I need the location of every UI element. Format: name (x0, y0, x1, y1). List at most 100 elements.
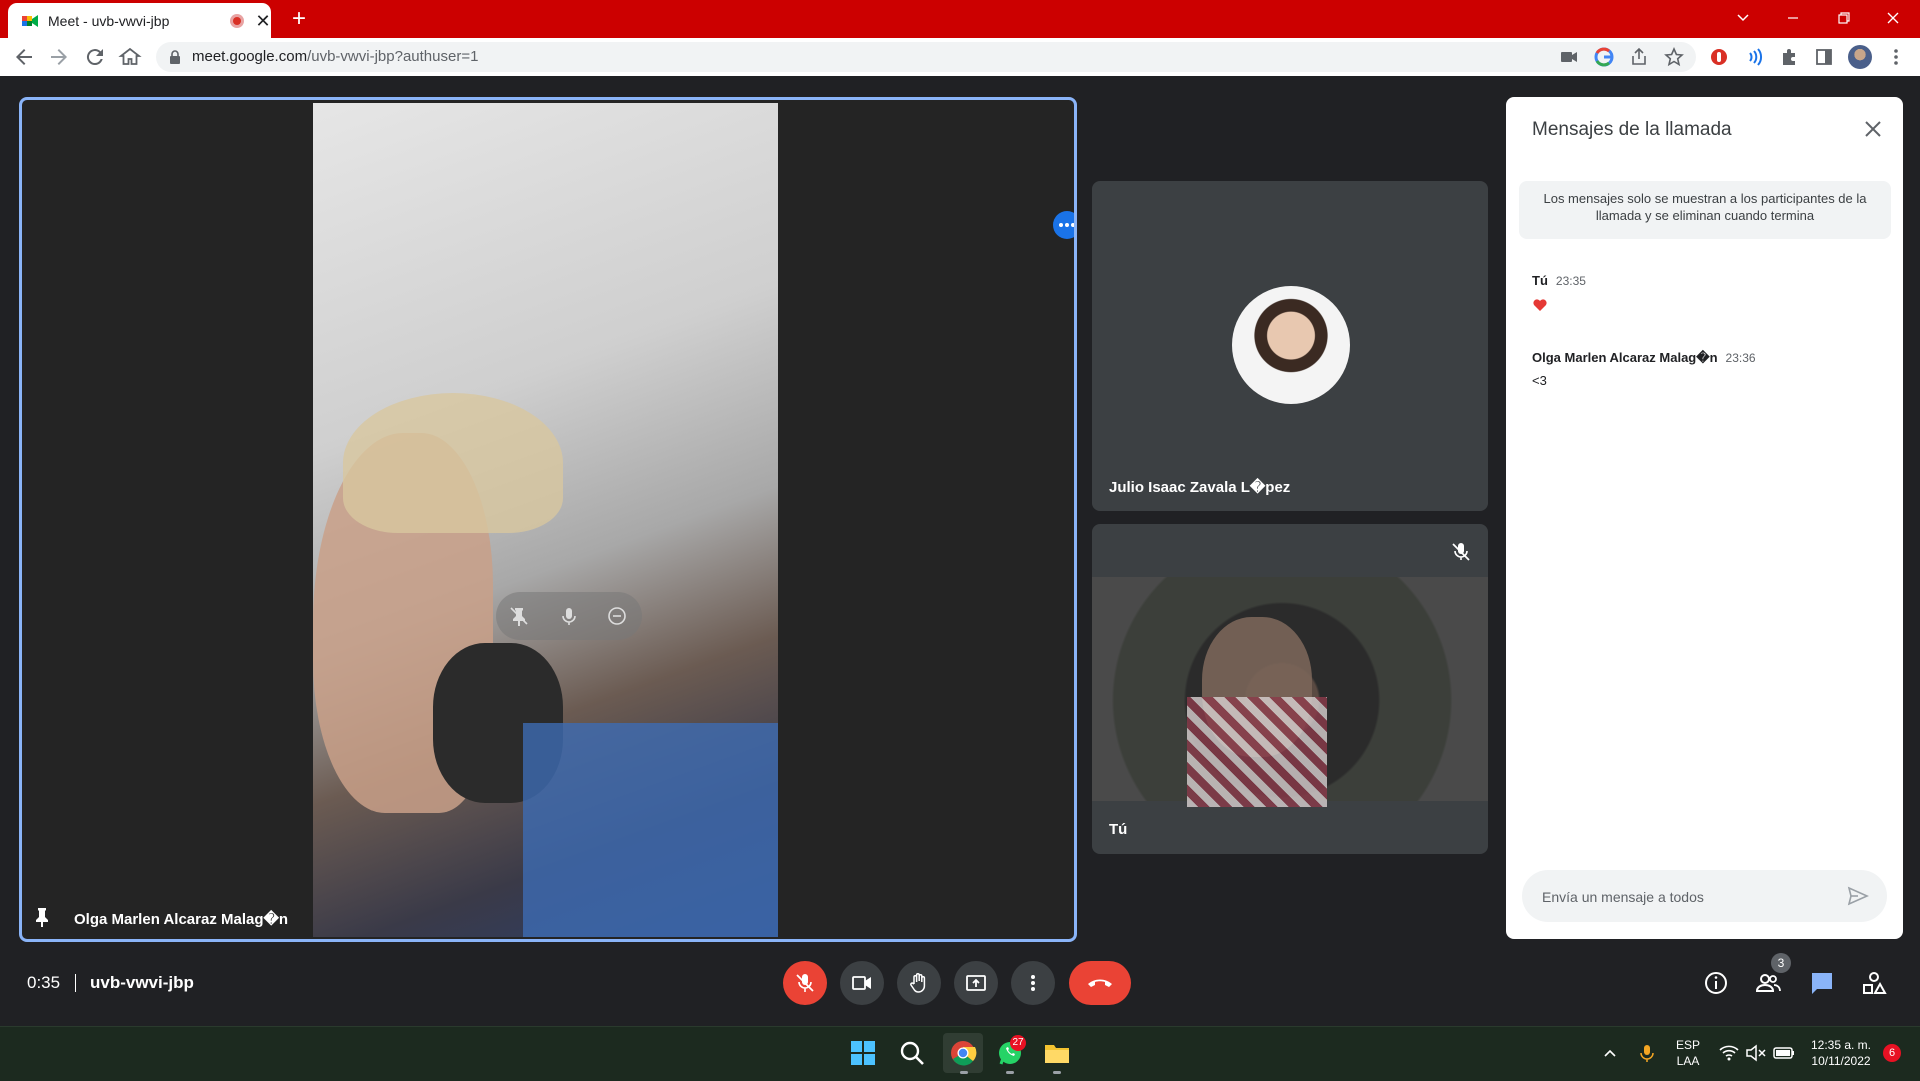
message-sender: Tú 23:35 (1532, 273, 1586, 288)
mic-toggle-button[interactable] (783, 961, 827, 1005)
browser-tab[interactable]: Meet - uvb-vwvi-jbp ✕ (8, 3, 271, 38)
meeting-elapsed-time: 0:35 (27, 973, 61, 992)
divider (75, 974, 76, 992)
message-time: 23:35 (1555, 274, 1586, 288)
close-icon[interactable] (1861, 117, 1885, 141)
chat-panel: Mensajes de la llamada Los mensajes solo… (1506, 97, 1903, 939)
tab-search-chevron-icon[interactable] (1720, 5, 1766, 31)
wifi-icon[interactable] (1718, 1043, 1740, 1063)
mic-off-icon (796, 974, 814, 992)
sidepanel-icon[interactable] (1814, 47, 1834, 67)
back-icon[interactable] (12, 45, 36, 69)
meeting-code: uvb-vwvi-jbp (90, 973, 194, 992)
language-indicator[interactable]: ESP LAA (1670, 1037, 1706, 1069)
participant-avatar (1232, 286, 1350, 404)
self-video (1092, 577, 1488, 807)
url-host: meet.google.com (192, 48, 308, 65)
more-vert-icon[interactable] (1886, 47, 1906, 67)
tab-title: Meet - uvb-vwvi-jbp (48, 13, 170, 29)
hangup-icon (1088, 979, 1112, 987)
whatsapp-running-indicator (1006, 1071, 1014, 1074)
reload-icon[interactable] (83, 45, 107, 69)
pin-icon[interactable] (32, 906, 52, 928)
message-text: <3 (1532, 373, 1547, 388)
url-text[interactable]: meet.google.com/uvb-vwvi-jbp?authuser=1 (192, 48, 478, 65)
camera-icon[interactable] (1559, 47, 1579, 67)
home-icon[interactable] (118, 45, 142, 69)
chevron-up-icon[interactable] (1600, 1043, 1620, 1063)
activities-icon[interactable] (1860, 969, 1888, 997)
chat-input-container (1522, 870, 1887, 924)
clock-date: 10/11/2022 (1811, 1054, 1871, 1068)
windows-start-icon[interactable] (849, 1039, 877, 1067)
participant-count-badge: 3 (1771, 953, 1791, 973)
forward-icon[interactable] (47, 45, 71, 69)
language-code: ESP (1675, 1038, 1700, 1052)
whatsapp-badge: 27 (1010, 1035, 1026, 1051)
more-vert-icon (1031, 975, 1035, 991)
message-time: 23:36 (1725, 351, 1756, 365)
people-icon[interactable] (1754, 969, 1782, 997)
main-video-tile[interactable]: Olga Marlen Alcaraz Malag�n (19, 97, 1077, 942)
record-icon (230, 14, 244, 28)
extension-blue-icon[interactable] (1744, 47, 1764, 67)
google-icon[interactable] (1594, 47, 1614, 67)
folder-icon[interactable] (1043, 1039, 1071, 1067)
chrome-icon[interactable] (949, 1039, 977, 1067)
notification-badge[interactable]: 6 (1883, 1044, 1901, 1062)
puzzle-icon[interactable] (1779, 47, 1799, 67)
raise-hand-button[interactable] (897, 961, 941, 1005)
participant-name: Tú (1109, 821, 1128, 838)
videocam-icon (852, 976, 871, 990)
window-close-icon[interactable] (1870, 5, 1916, 31)
meet-favicon-icon (22, 15, 38, 27)
more-options-button[interactable] (1011, 961, 1055, 1005)
new-tab-plus-icon[interactable]: + (286, 6, 312, 32)
lock-icon[interactable] (168, 49, 182, 65)
heart-icon (1533, 299, 1547, 311)
share-icon[interactable] (1629, 47, 1649, 67)
unpin-icon[interactable] (508, 605, 530, 627)
clock-time: 12:35 a. m. (1810, 1038, 1872, 1052)
chat-title: Mensajes de la llamada (1532, 119, 1732, 140)
participant-tile-self[interactable]: Tú (1092, 524, 1488, 854)
microphone-tray-icon[interactable] (1637, 1043, 1657, 1063)
restore-icon[interactable] (1820, 5, 1866, 31)
chat-notice: Los mensajes solo se muestran a los part… (1519, 181, 1891, 239)
message-sender: Olga Marlen Alcaraz Malag�n 23:36 (1532, 350, 1756, 366)
main-participant-video (313, 103, 778, 937)
volume-muted-icon[interactable] (1745, 1043, 1767, 1063)
tile-more-options-button[interactable] (1053, 211, 1074, 239)
star-icon[interactable] (1664, 47, 1684, 67)
present-icon (966, 975, 986, 991)
camera-toggle-button[interactable] (840, 961, 884, 1005)
mute-participant-icon[interactable] (558, 605, 580, 627)
minimize-icon[interactable] (1770, 5, 1816, 31)
info-icon[interactable] (1702, 969, 1730, 997)
keyboard-layout: LAA (1676, 1054, 1700, 1068)
chrome-running-indicator (960, 1071, 968, 1074)
remove-participant-icon[interactable] (606, 605, 628, 627)
profile-avatar-icon[interactable] (1848, 45, 1872, 69)
extension-red-icon[interactable] (1709, 47, 1729, 67)
battery-icon[interactable] (1772, 1043, 1796, 1063)
present-button[interactable] (954, 961, 998, 1005)
send-icon[interactable] (1846, 884, 1870, 908)
tab-close-icon[interactable]: ✕ (253, 11, 273, 31)
explorer-running-indicator (1053, 1071, 1061, 1074)
leave-call-button[interactable] (1069, 961, 1131, 1005)
more-horiz-icon (1059, 223, 1074, 227)
sender-name: Tú (1532, 273, 1548, 288)
main-participant-name: Olga Marlen Alcaraz Malag�n (74, 911, 289, 928)
sender-name: Olga Marlen Alcaraz Malag�n (1532, 350, 1718, 365)
participant-name: Julio Isaac Zavala L�pez (1109, 479, 1291, 496)
chat-message-input[interactable] (1540, 870, 1844, 924)
mic-off-icon (1452, 543, 1470, 561)
search-icon[interactable] (898, 1039, 926, 1067)
chat-icon[interactable] (1808, 969, 1836, 997)
url-path: /uvb-vwvi-jbp?authuser=1 (307, 48, 479, 65)
clock[interactable]: 12:35 a. m. 10/11/2022 (1805, 1037, 1877, 1069)
tab-strip: Meet - uvb-vwvi-jbp ✕ + (0, 0, 1920, 38)
hand-icon (910, 973, 926, 993)
tile-hover-controls (496, 592, 642, 640)
